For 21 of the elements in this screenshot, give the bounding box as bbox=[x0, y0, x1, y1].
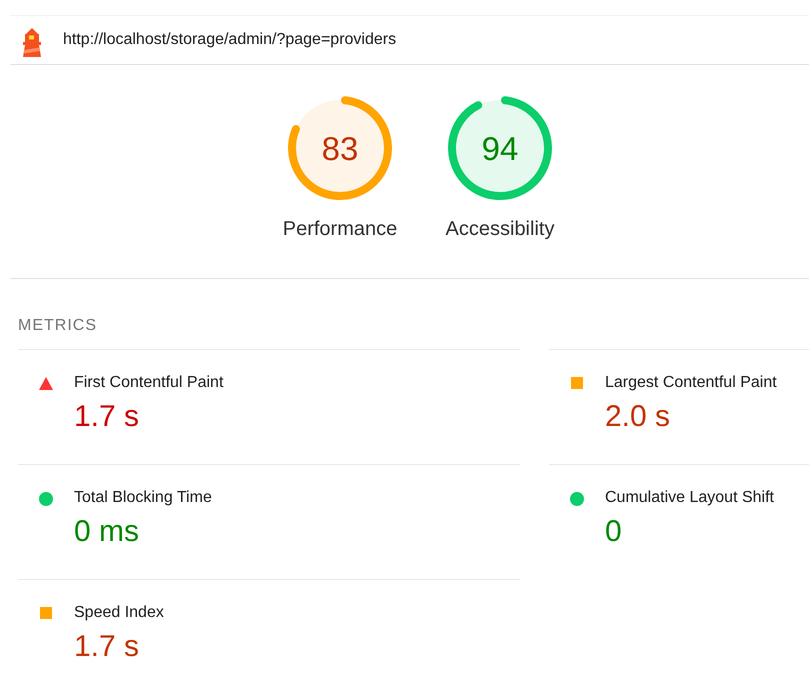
metric-name: Total Blocking Time bbox=[74, 489, 212, 507]
metric-value: 1.7 s bbox=[74, 630, 140, 664]
metric-value: 0 bbox=[605, 515, 623, 549]
score-gauge: 94 bbox=[448, 96, 552, 200]
metric-name: Largest Contentful Paint bbox=[605, 374, 777, 392]
metric-name: Speed Index bbox=[74, 604, 164, 622]
gauge-label: Performance bbox=[282, 218, 398, 241]
metric-name: Cumulative Layout Shift bbox=[605, 489, 774, 507]
square-icon bbox=[40, 607, 52, 619]
score-gauge: 83 bbox=[288, 96, 392, 200]
section-heading: METRICS bbox=[18, 317, 98, 336]
triangle-icon bbox=[39, 377, 53, 390]
page-url: http://localhost/storage/admin/?page=providers bbox=[63, 31, 396, 49]
gauge-label: Accessibility bbox=[446, 218, 554, 241]
dot-icon bbox=[39, 492, 53, 506]
metric-value: 1.7 s bbox=[74, 400, 140, 434]
metric-value: 0 ms bbox=[74, 515, 140, 549]
metric-value: 2.0 s bbox=[605, 400, 672, 434]
dot-icon bbox=[570, 492, 584, 506]
metric-name: First Contentful Paint bbox=[74, 374, 224, 392]
square-icon bbox=[571, 377, 583, 389]
